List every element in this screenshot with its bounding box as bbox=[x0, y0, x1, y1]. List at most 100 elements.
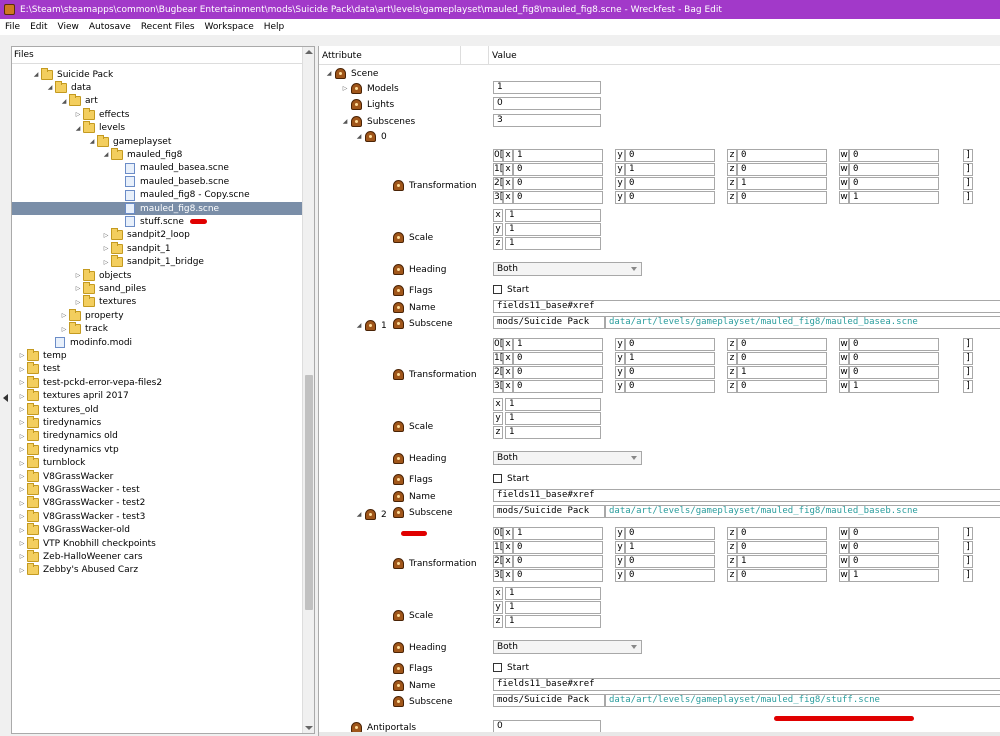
attr-subscene[interactable]: Subscene bbox=[381, 317, 453, 330]
attribute-hscrollbar[interactable] bbox=[319, 732, 1000, 736]
column-value[interactable]: Value bbox=[489, 46, 1000, 65]
tree-item[interactable]: ▷ V8GrassWacker-old bbox=[12, 523, 302, 537]
matrix-value-2-1[interactable]: 0 bbox=[625, 366, 715, 379]
matrix-value-1-1[interactable]: 1 bbox=[625, 541, 715, 554]
subscene-node[interactable]: ◢ 0 bbox=[353, 130, 387, 143]
collapsed-arrow-icon[interactable]: ▷ bbox=[17, 390, 27, 403]
collapsed-arrow-icon[interactable]: ▷ bbox=[17, 349, 27, 362]
column-attribute[interactable]: Attribute bbox=[319, 46, 461, 65]
tree-item[interactable]: stuff.scne bbox=[12, 215, 302, 228]
matrix-value-0-2[interactable]: 0 bbox=[737, 527, 827, 540]
tree-item[interactable]: ▷ textures april 2017 bbox=[12, 389, 302, 403]
matrix-value-3-0[interactable]: 0 bbox=[513, 380, 603, 393]
menu-recent-files[interactable]: Recent Files bbox=[136, 22, 200, 32]
matrix-value-2-1[interactable]: 0 bbox=[625, 177, 715, 190]
tree-item[interactable]: ◢ gameplayset bbox=[12, 134, 302, 148]
heading-select[interactable]: Both bbox=[493, 262, 642, 276]
tree-item[interactable]: ▷ V8GrassWacker bbox=[12, 469, 302, 483]
matrix-value-0-0[interactable]: 1 bbox=[513, 149, 603, 162]
attr-subscene[interactable]: Subscene bbox=[381, 695, 453, 708]
tree-item[interactable]: ◢ data bbox=[12, 80, 302, 94]
matrix-value-2-3[interactable]: 0 bbox=[849, 555, 939, 568]
subscene-node[interactable]: ◢ 1 bbox=[353, 319, 387, 332]
tree-item[interactable]: modinfo.modi bbox=[12, 336, 302, 349]
collapsed-arrow-icon[interactable]: ▷ bbox=[73, 282, 83, 295]
collapsed-arrow-icon[interactable]: ▷ bbox=[73, 269, 83, 282]
menu-help[interactable]: Help bbox=[259, 22, 290, 32]
scroll-down-icon[interactable] bbox=[305, 726, 313, 730]
scale-value-1[interactable]: 1 bbox=[505, 601, 601, 614]
expanded-arrow-icon[interactable]: ◢ bbox=[353, 319, 365, 332]
attr-transformation[interactable]: Transformation bbox=[381, 368, 477, 381]
tree-item[interactable]: ▷ Zeb-HalloWeener cars bbox=[12, 549, 302, 563]
expanded-arrow-icon[interactable]: ◢ bbox=[353, 508, 365, 521]
subscene-node[interactable]: ◢ 2 bbox=[353, 508, 387, 521]
tree-item[interactable]: ▷ objects bbox=[12, 268, 302, 282]
matrix-value-0-2[interactable]: 0 bbox=[737, 338, 827, 351]
tree-item[interactable]: ◢ Suicide Pack bbox=[12, 67, 302, 81]
matrix-value-2-2[interactable]: 1 bbox=[737, 177, 827, 190]
tree-item[interactable]: ▷ sand_piles bbox=[12, 281, 302, 295]
tree-item[interactable]: ▷ turnblock bbox=[12, 456, 302, 470]
matrix-value-2-1[interactable]: 0 bbox=[625, 555, 715, 568]
tree-item[interactable]: mauled_baseb.scne bbox=[12, 175, 302, 188]
matrix-value-0-3[interactable]: 0 bbox=[849, 149, 939, 162]
matrix-value-1-1[interactable]: 1 bbox=[625, 163, 715, 176]
matrix-value-1-1[interactable]: 1 bbox=[625, 352, 715, 365]
matrix-value-0-3[interactable]: 0 bbox=[849, 338, 939, 351]
matrix-value-1-3[interactable]: 0 bbox=[849, 352, 939, 365]
tree-item[interactable]: ▷ textures_old bbox=[12, 402, 302, 416]
tree-item[interactable]: mauled_basea.scne bbox=[12, 162, 302, 175]
matrix-value-0-0[interactable]: 1 bbox=[513, 338, 603, 351]
matrix-value-3-1[interactable]: 0 bbox=[625, 191, 715, 204]
expanded-arrow-icon[interactable]: ◢ bbox=[87, 135, 97, 148]
models-value[interactable]: 1 bbox=[493, 81, 601, 94]
start-checkbox[interactable]: Start bbox=[493, 661, 529, 674]
expanded-arrow-icon[interactable]: ◢ bbox=[73, 122, 83, 135]
collapsed-arrow-icon[interactable]: ▷ bbox=[17, 510, 27, 523]
expanded-arrow-icon[interactable]: ◢ bbox=[101, 148, 111, 161]
attr-subscenes[interactable]: ◢ Subscenes bbox=[339, 115, 415, 128]
collapsed-arrow-icon[interactable]: ▷ bbox=[73, 108, 83, 121]
expanded-arrow-icon[interactable]: ◢ bbox=[31, 68, 41, 81]
matrix-value-0-1[interactable]: 0 bbox=[625, 149, 715, 162]
scale-value-2[interactable]: 1 bbox=[505, 426, 601, 439]
tree-item[interactable]: ▷ VTP Knobhill checkpoints bbox=[12, 536, 302, 550]
matrix-value-0-2[interactable]: 0 bbox=[737, 149, 827, 162]
splitter-collapse-icon[interactable] bbox=[3, 394, 8, 402]
collapsed-arrow-icon[interactable]: ▷ bbox=[59, 323, 69, 336]
attr-name[interactable]: Name bbox=[381, 679, 436, 692]
matrix-value-3-0[interactable]: 0 bbox=[513, 569, 603, 582]
tree-item[interactable]: ◢ levels bbox=[12, 121, 302, 135]
tree-item[interactable]: ▷ sandpit2_loop bbox=[12, 228, 302, 242]
tree-item[interactable]: ▷ Zebby's Abused Carz bbox=[12, 563, 302, 577]
collapsed-arrow-icon[interactable]: ▷ bbox=[17, 363, 27, 376]
collapsed-arrow-icon[interactable]: ▷ bbox=[101, 229, 111, 242]
scale-value-0[interactable]: 1 bbox=[505, 398, 601, 411]
tree-item[interactable]: ▷ tiredynamics old bbox=[12, 429, 302, 443]
matrix-value-1-2[interactable]: 0 bbox=[737, 541, 827, 554]
scroll-up-icon[interactable] bbox=[305, 50, 313, 54]
matrix-value-2-0[interactable]: 0 bbox=[513, 555, 603, 568]
checkbox-box[interactable] bbox=[493, 285, 502, 294]
matrix-value-1-3[interactable]: 0 bbox=[849, 163, 939, 176]
checkbox-box[interactable] bbox=[493, 663, 502, 672]
scale-value-1[interactable]: 1 bbox=[505, 223, 601, 236]
menu-file[interactable]: File bbox=[0, 22, 25, 32]
checkbox-box[interactable] bbox=[493, 474, 502, 483]
matrix-value-3-2[interactable]: 0 bbox=[737, 191, 827, 204]
expanded-arrow-icon[interactable]: ◢ bbox=[45, 81, 55, 94]
collapsed-arrow-icon[interactable]: ▷ bbox=[17, 537, 27, 550]
subscene-path-value[interactable]: data/art/levels/gameplayset/mauled_fig8/… bbox=[605, 316, 1000, 329]
matrix-value-1-2[interactable]: 0 bbox=[737, 163, 827, 176]
tree-item[interactable]: ▷ track bbox=[12, 322, 302, 336]
attr-subscene[interactable]: Subscene bbox=[381, 506, 453, 519]
scale-value-2[interactable]: 1 bbox=[505, 615, 601, 628]
attr-flags[interactable]: Flags bbox=[381, 662, 433, 675]
tree-item[interactable]: ◢ mauled_fig8 bbox=[12, 147, 302, 161]
menu-edit[interactable]: Edit bbox=[25, 22, 52, 32]
tree-item[interactable]: ▷ temp bbox=[12, 348, 302, 362]
tree-item[interactable]: ▷ textures bbox=[12, 295, 302, 309]
collapsed-arrow-icon[interactable]: ▷ bbox=[101, 256, 111, 269]
attr-models[interactable]: ▷ Models bbox=[339, 82, 399, 95]
